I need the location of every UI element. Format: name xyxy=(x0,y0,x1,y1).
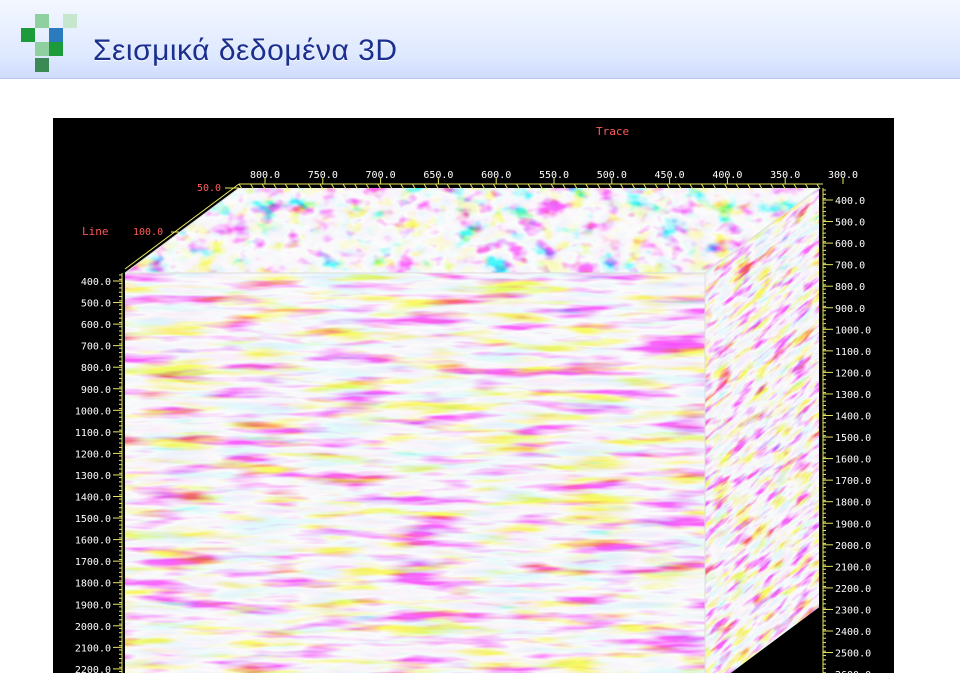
line-tick-label: 50.0 xyxy=(197,183,221,194)
trace-tick-label: 400.0 xyxy=(712,170,742,181)
left-time-tick-label: 600.0 xyxy=(81,320,111,331)
left-time-tick-label: 2000.0 xyxy=(75,622,111,633)
trace-tick-label: 450.0 xyxy=(655,170,685,181)
right-time-tick-label: 2300.0 xyxy=(835,605,871,616)
left-time-tick-label: 1400.0 xyxy=(75,493,111,504)
seismic-3d-cube-figure: 800.0 750.0 700.0 650.0 600.0 550.0 500.0 450.0… xyxy=(53,118,894,673)
right-time-tick-label: 1300.0 xyxy=(835,390,871,401)
slide-title: Σεισμικά δεδομένα 3D xyxy=(93,34,398,67)
trace-tick-label: 800.0 xyxy=(250,170,280,181)
left-time-tick-label: 400.0 xyxy=(81,277,111,288)
trace-tick-label: 300.0 xyxy=(828,170,858,181)
right-time-tick-label: 1200.0 xyxy=(835,368,871,379)
left-time-tick-label: 700.0 xyxy=(81,342,111,353)
left-time-tick-label: 1500.0 xyxy=(75,514,111,525)
line-tick-label: 100.0 xyxy=(133,227,163,238)
left-time-tick-label: 1200.0 xyxy=(75,449,111,460)
right-time-tick-label: 1000.0 xyxy=(835,325,871,336)
left-time-tick-label: 1900.0 xyxy=(75,600,111,611)
trace-tick-label: 600.0 xyxy=(481,170,511,181)
right-time-tick-label: 400.0 xyxy=(835,196,865,207)
trace-axis-label: Trace xyxy=(596,125,629,138)
slide-header: Σεισμικά δεδομένα 3D xyxy=(0,0,960,79)
right-time-tick-label: 2100.0 xyxy=(835,562,871,573)
trace-tick-label: 750.0 xyxy=(308,170,338,181)
right-time-tick-label: 900.0 xyxy=(835,304,865,315)
left-time-tick-label: 1700.0 xyxy=(75,557,111,568)
trace-tick-label: 550.0 xyxy=(539,170,569,181)
left-time-tick-label: 1000.0 xyxy=(75,406,111,417)
green-squares-logo-icon xyxy=(7,14,77,74)
left-time-tick-label: 1100.0 xyxy=(75,428,111,439)
right-time-tick-label: 1900.0 xyxy=(835,519,871,530)
right-time-tick-label: 700.0 xyxy=(835,261,865,272)
trace-tick-label: 650.0 xyxy=(423,170,453,181)
right-time-tick-label: 600.0 xyxy=(835,239,865,250)
trace-tick-label: 700.0 xyxy=(366,170,396,181)
right-time-tick-label: 2600.0 xyxy=(835,670,871,673)
right-time-tick-label: 1500.0 xyxy=(835,433,871,444)
right-time-tick-label: 800.0 xyxy=(835,282,865,293)
right-time-tick-label: 1700.0 xyxy=(835,476,871,487)
right-time-tick-label: 1400.0 xyxy=(835,412,871,423)
right-time-tick-label: 2400.0 xyxy=(835,627,871,638)
right-time-tick-label: 2000.0 xyxy=(835,541,871,552)
trace-tick-label: 350.0 xyxy=(770,170,800,181)
right-time-tick-label: 1800.0 xyxy=(835,498,871,509)
left-time-tick-label: 2200.0 xyxy=(75,665,111,673)
left-time-tick-label: 900.0 xyxy=(81,385,111,396)
line-axis-label: Line xyxy=(82,225,109,238)
right-time-tick-label: 1600.0 xyxy=(835,455,871,466)
left-time-tick-label: 1800.0 xyxy=(75,579,111,590)
seismic-front-face xyxy=(125,273,705,673)
left-time-tick-label: 2100.0 xyxy=(75,643,111,654)
left-time-tick-label: 500.0 xyxy=(81,299,111,310)
left-time-tick-label: 1600.0 xyxy=(75,536,111,547)
right-time-tick-label: 500.0 xyxy=(835,218,865,229)
right-time-tick-label: 1100.0 xyxy=(835,347,871,358)
right-time-tick-label: 2200.0 xyxy=(835,584,871,595)
trace-tick-label: 500.0 xyxy=(597,170,627,181)
right-time-tick-label: 2500.0 xyxy=(835,649,871,660)
left-time-tick-label: 800.0 xyxy=(81,363,111,374)
left-time-tick-label: 1300.0 xyxy=(75,471,111,482)
